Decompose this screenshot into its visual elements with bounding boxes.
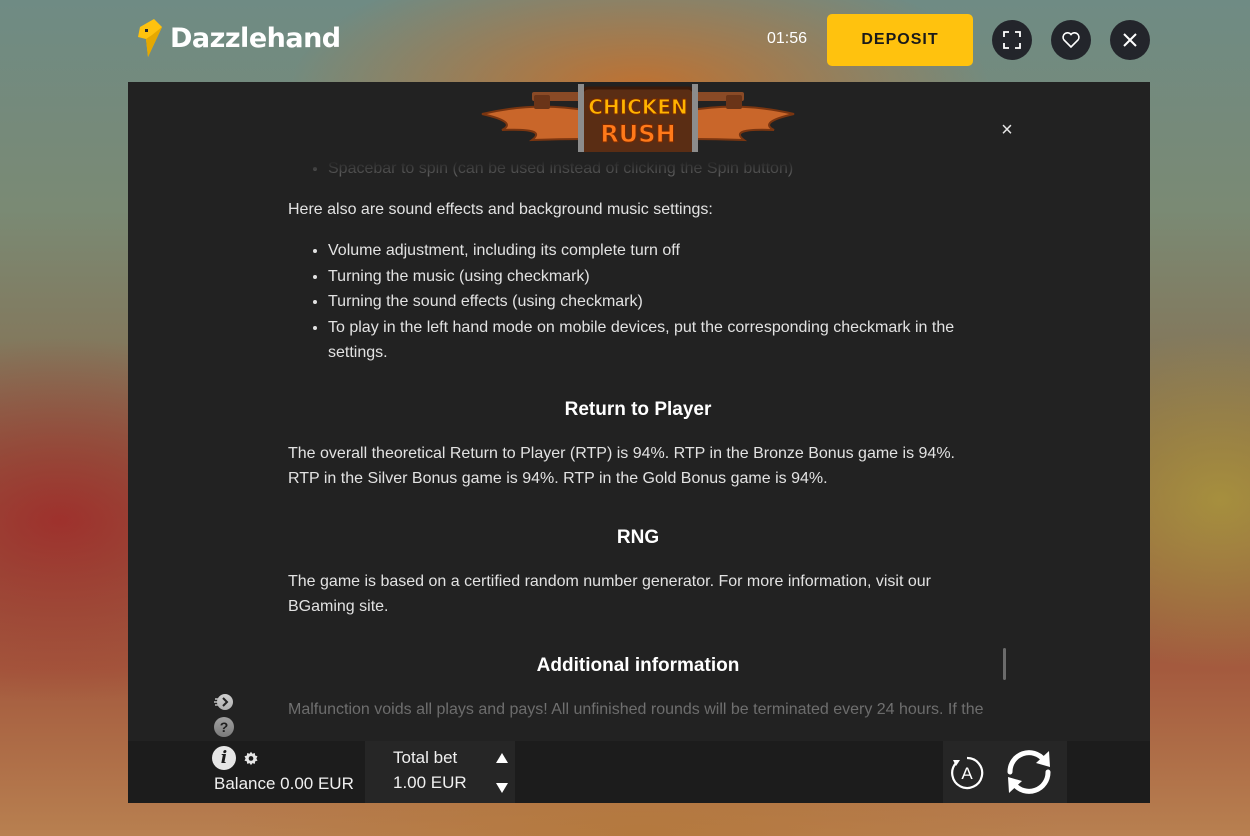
rules-content[interactable]: Spacebar to spin (can be used instead of… <box>288 152 988 752</box>
rules-scrollbar[interactable] <box>1003 648 1006 680</box>
autoplay-label: A <box>961 764 973 783</box>
bottom-control-bar: i Balance 0.00 EUR Total bet 1.00 EUR A <box>128 741 1150 803</box>
rng-heading: RNG <box>616 526 660 548</box>
site-header: Dazzlehand 01:56 DEPOSIT <box>0 0 1250 82</box>
bet-increase-icon[interactable] <box>495 752 509 764</box>
total-bet-value: 1.00 EUR <box>393 773 467 792</box>
sound-intro: Here also are sound effects and backgrou… <box>288 200 713 218</box>
additional-text: Malfunction voids all plays and pays! Al… <box>288 700 984 718</box>
sound-settings-list: Volume adjustment, including its complet… <box>288 238 988 366</box>
logo-line-2: RUSH <box>600 120 675 148</box>
list-item: Turning the sound effects (using checkma… <box>328 289 988 315</box>
total-bet-label: Total bet <box>393 748 458 767</box>
gear-icon[interactable] <box>242 750 260 768</box>
close-icon <box>1123 33 1137 47</box>
list-item: To play in the left hand mode on mobile … <box>328 315 988 366</box>
rules-close-button[interactable]: × <box>996 119 1018 141</box>
fullscreen-icon <box>1003 31 1021 49</box>
brand-mark-icon <box>138 19 162 57</box>
heart-icon <box>1062 32 1080 49</box>
additional-heading: Additional information <box>536 654 740 676</box>
list-item: Spacebar to spin (can be used instead of… <box>328 156 988 182</box>
list-item: Volume adjustment, including its complet… <box>328 238 988 264</box>
rtp-heading: Return to Player <box>564 398 712 420</box>
controls-list: Spacebar to spin (can be used instead of… <box>288 156 988 182</box>
close-game-button[interactable] <box>1110 20 1150 60</box>
turbo-icon <box>214 694 233 710</box>
fullscreen-button[interactable] <box>992 20 1032 60</box>
rng-text: The game is based on a certified random … <box>288 572 931 616</box>
total-bet-panel: Total bet 1.00 EUR <box>365 741 515 803</box>
help-button[interactable]: ? <box>214 717 234 737</box>
balance-display: Balance 0.00 EUR <box>214 774 354 793</box>
brand-name: Dazzlehand <box>170 22 341 54</box>
info-button[interactable]: i <box>212 746 236 770</box>
bet-decrease-icon[interactable] <box>495 782 509 794</box>
turbo-button[interactable] <box>214 692 234 712</box>
brand-logo[interactable]: Dazzlehand <box>136 16 341 60</box>
game-frame: CHICKEN RUSH × Spacebar to spin (can be … <box>128 82 1150 803</box>
rtp-text: The overall theoretical Return to Player… <box>288 444 955 488</box>
list-item: Turning the music (using checkmark) <box>328 264 988 290</box>
spin-icon[interactable] <box>1000 743 1058 801</box>
deposit-button[interactable]: DEPOSIT <box>827 14 973 66</box>
autoplay-icon[interactable]: A <box>948 754 986 792</box>
favorite-button[interactable] <box>1051 20 1091 60</box>
session-timer: 01:56 <box>767 30 808 47</box>
logo-line-1: CHICKEN <box>588 95 687 119</box>
